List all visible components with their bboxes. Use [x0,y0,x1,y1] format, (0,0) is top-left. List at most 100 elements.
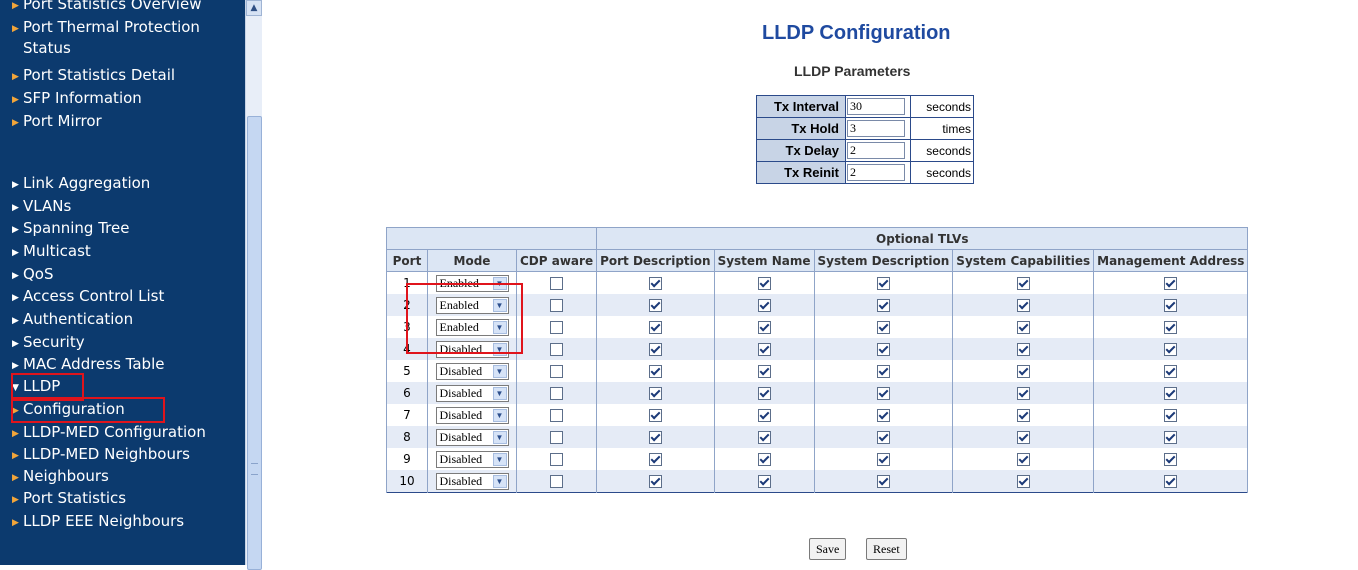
save-button[interactable]: Save [809,538,847,560]
system-capabilities-checkbox[interactable] [1016,453,1030,466]
port-description-checkbox[interactable] [648,321,662,334]
tx-reinit-input[interactable] [847,164,905,181]
cdp-aware-checkbox[interactable] [550,475,564,488]
cdp-aware-checkbox[interactable] [550,321,564,334]
cdp-aware-checkbox[interactable] [550,431,564,444]
sidebar-item-port-statistics-detail[interactable]: ▶ Port Statistics Detail [12,66,175,87]
system-capabilities-checkbox[interactable] [1016,321,1030,334]
system-capabilities-checkbox[interactable] [1016,343,1030,356]
system-name-checkbox[interactable] [757,277,771,290]
port-description-checkbox[interactable] [648,365,662,378]
system-description-checkbox[interactable] [876,431,890,444]
management-address-checkbox[interactable] [1164,387,1178,400]
sidebar-item-lldp-med-configuration[interactable]: ▶ LLDP-MED Configuration [12,423,206,444]
system-name-checkbox[interactable] [757,431,771,444]
system-name-checkbox[interactable] [757,387,771,400]
sidebar-item-link-aggregation[interactable]: ▶ Link Aggregation [12,174,150,195]
mode-select[interactable]: Disabled ▼ [435,428,509,446]
port-description-checkbox[interactable] [648,277,662,290]
chevron-down-icon[interactable]: ▼ [492,364,507,378]
system-description-checkbox[interactable] [876,409,890,422]
management-address-checkbox[interactable] [1164,343,1178,356]
management-address-checkbox[interactable] [1164,321,1178,334]
chevron-down-icon[interactable]: ▼ [492,386,507,400]
sidebar-item-neighbours[interactable]: ▶ Neighbours [12,467,109,488]
cdp-aware-checkbox[interactable] [550,365,564,378]
system-name-checkbox[interactable] [757,299,771,312]
management-address-checkbox[interactable] [1164,365,1178,378]
tx-delay-input[interactable] [847,142,905,159]
mode-select[interactable]: Disabled ▼ [435,362,509,380]
chevron-down-icon[interactable]: ▼ [492,430,507,444]
system-name-checkbox[interactable] [757,365,771,378]
system-capabilities-checkbox[interactable] [1016,475,1030,488]
mode-select[interactable]: Disabled ▼ [435,450,509,468]
system-name-checkbox[interactable] [757,343,771,356]
cdp-aware-checkbox[interactable] [550,387,564,400]
mode-select[interactable]: Disabled ▼ [435,472,509,490]
sidebar-item-lldp-med-neighbours[interactable]: ▶ LLDP-MED Neighbours [12,445,190,466]
sidebar-item-access-control-list[interactable]: ▶ Access Control List [12,287,164,308]
chevron-down-icon[interactable]: ▼ [492,474,507,488]
port-description-checkbox[interactable] [648,431,662,444]
sidebar-item-spanning-tree[interactable]: ▶ Spanning Tree [12,219,129,240]
port-description-checkbox[interactable] [648,387,662,400]
system-capabilities-checkbox[interactable] [1016,299,1030,312]
port-configuration-table: Optional TLVs Port Mode CDP aware Port D… [385,227,1249,493]
system-capabilities-checkbox[interactable] [1016,277,1030,290]
sidebar-item-authentication[interactable]: ▶ Authentication [12,310,133,331]
chevron-down-icon[interactable]: ▼ [492,452,507,466]
management-address-checkbox[interactable] [1164,277,1178,290]
system-capabilities-checkbox[interactable] [1016,387,1030,400]
sidebar-item-lldp-eee-neighbours[interactable]: ▶ LLDP EEE Neighbours [12,512,184,533]
system-name-checkbox[interactable] [757,475,771,488]
sidebar-item-multicast[interactable]: ▶ Multicast [12,242,91,263]
cdp-aware-checkbox[interactable] [550,299,564,312]
port-description-checkbox[interactable] [648,299,662,312]
sidebar-item-port-mirror[interactable]: ▶ Port Mirror [12,112,102,133]
cdp-aware-checkbox[interactable] [550,343,564,356]
scroll-up-arrow-icon[interactable]: ▲ [246,0,262,16]
system-description-checkbox[interactable] [876,277,890,290]
sidebar-scrollbar[interactable]: ▲ [245,0,262,570]
system-description-checkbox[interactable] [876,365,890,378]
reset-button[interactable]: Reset [866,538,907,560]
sidebar-item-port-thermal-protection-status[interactable]: ▶ Port Thermal Protection Status [12,18,200,58]
management-address-checkbox[interactable] [1164,409,1178,422]
system-description-checkbox[interactable] [876,299,890,312]
system-name-checkbox[interactable] [757,453,771,466]
chevron-down-icon[interactable]: ▼ [492,408,507,422]
system-name-checkbox[interactable] [757,409,771,422]
mode-select[interactable]: Disabled ▼ [435,406,509,424]
tx-interval-input[interactable] [847,98,905,115]
system-name-checkbox[interactable] [757,321,771,334]
tx-hold-input[interactable] [847,120,905,137]
sidebar-item-qos[interactable]: ▶ QoS [12,265,54,286]
system-description-checkbox[interactable] [876,343,890,356]
system-capabilities-checkbox[interactable] [1016,409,1030,422]
cdp-aware-checkbox[interactable] [550,277,564,290]
sidebar-item-vlans[interactable]: ▶ VLANs [12,197,71,218]
port-description-checkbox[interactable] [648,453,662,466]
system-description-checkbox[interactable] [876,475,890,488]
management-address-checkbox[interactable] [1164,453,1178,466]
management-address-checkbox[interactable] [1164,475,1178,488]
sidebar-item-port-statistics-overview[interactable]: ▶ Port Statistics Overview [12,0,201,16]
port-description-checkbox[interactable] [648,409,662,422]
management-address-checkbox[interactable] [1164,431,1178,444]
system-description-checkbox[interactable] [876,453,890,466]
scroll-thumb[interactable] [247,116,262,570]
sidebar-item-port-statistics[interactable]: ▶ Port Statistics [12,489,126,510]
sidebar-item-sfp-information[interactable]: ▶ SFP Information [12,89,142,110]
mode-select[interactable]: Disabled ▼ [435,384,509,402]
system-capabilities-checkbox[interactable] [1016,431,1030,444]
management-address-checkbox[interactable] [1164,299,1178,312]
cdp-aware-checkbox[interactable] [550,453,564,466]
cdp-aware-checkbox[interactable] [550,409,564,422]
system-description-checkbox[interactable] [876,321,890,334]
system-description-checkbox[interactable] [876,387,890,400]
port-description-checkbox[interactable] [648,343,662,356]
system-capabilities-checkbox[interactable] [1016,365,1030,378]
port-description-checkbox[interactable] [648,475,662,488]
sidebar-item-security[interactable]: ▶ Security [12,333,85,354]
